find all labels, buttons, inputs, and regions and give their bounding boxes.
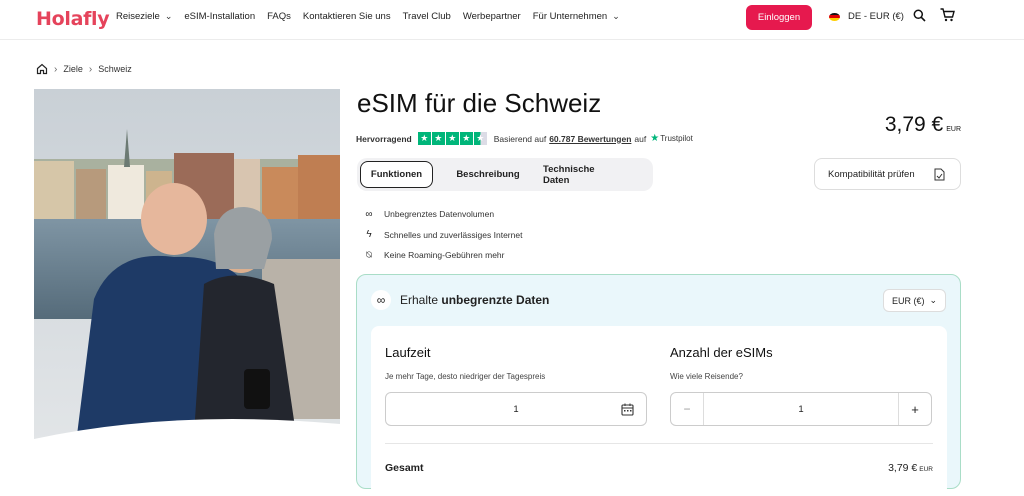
feature-text: Schnelles und zuverlässiges Internet xyxy=(384,229,523,240)
compatibility-button[interactable]: Kompatibilität prüfen xyxy=(814,158,961,190)
nav-item-unternehmen[interactable]: Für Unternehmen ⌄ xyxy=(533,11,620,22)
breadcrumb-ziele[interactable]: Ziele xyxy=(63,64,83,74)
feature-list: ∞ Unbegrenztes Datenvolumen ϟ Schnelles un… xyxy=(362,204,522,266)
tab-technische-daten[interactable]: Technische Daten xyxy=(543,161,623,188)
nav-label: Reiseziele xyxy=(116,11,160,22)
rating-row: Hervorragend ★ ★ ★ ★ ★ Basierend auf 60.… xyxy=(356,132,693,145)
total-currency: EUR xyxy=(919,466,933,473)
nav-label: eSIM-Installation xyxy=(184,11,256,22)
nav-label: Für Unternehmen xyxy=(532,11,608,22)
product-title: eSIM für die Schweiz xyxy=(357,88,602,118)
count-value[interactable]: 1 xyxy=(798,404,803,415)
price-value: 3,79 € xyxy=(884,113,944,136)
plan-panel: ∞ Erhalte unbegrenzte Daten EUR (€) ⌄ La… xyxy=(356,274,961,496)
divider xyxy=(385,443,933,444)
reviews-link[interactable]: 60.787 Bewertungen xyxy=(549,134,631,144)
chevron-down-icon: ⌄ xyxy=(612,11,620,21)
nav-label: FAQs xyxy=(267,11,291,22)
nav-item-werbepartner[interactable]: Werbepartner xyxy=(463,11,521,22)
plan-heading-prefix: Erhalte xyxy=(400,293,439,307)
currency-select[interactable]: EUR (€) ⌄ xyxy=(883,289,946,312)
feature-item: ⍉ Keine Roaming-Gebühren mehr xyxy=(362,245,522,266)
main-nav: Reiseziele ⌄ eSIM-Installation FAQs Konta… xyxy=(116,11,632,22)
count-subtitle: Wie viele Reisende? xyxy=(670,372,743,381)
star-icon: ★ xyxy=(445,132,459,145)
product-tabs: Funktionen Beschreibung Technische Daten xyxy=(357,158,653,191)
decrement-button[interactable]: − xyxy=(671,393,704,425)
duration-subtitle: Je mehr Tage, desto niedriger der Tagesp… xyxy=(385,372,546,381)
total-label: Gesamt xyxy=(385,462,424,474)
star-icon: ★ xyxy=(431,132,445,145)
login-button[interactable]: Einloggen xyxy=(746,5,812,30)
nav-label: Werbepartner xyxy=(462,11,521,22)
product-price: 3,79 € EUR xyxy=(885,113,961,137)
home-icon[interactable] xyxy=(36,63,48,75)
increment-button[interactable]: + xyxy=(898,393,931,425)
currency-select-value: EUR (€) xyxy=(891,295,925,306)
count-title: Anzahl der eSIMs xyxy=(670,345,773,360)
rating-label: Hervorragend xyxy=(356,133,412,144)
total-value: 3,79 € xyxy=(888,462,918,474)
top-header: Holafly Reiseziele ⌄ eSIM-Installation FA… xyxy=(0,0,1024,40)
cart-icon[interactable] xyxy=(940,8,955,22)
hero-photo xyxy=(34,89,340,459)
trustpilot-label: Trustpilot xyxy=(660,134,693,143)
tab-funktionen[interactable]: Funktionen xyxy=(360,161,433,188)
holafly-logo[interactable]: Holafly xyxy=(36,8,110,30)
star-icon: ★ xyxy=(459,132,473,145)
nav-item-reiseziele[interactable]: Reiseziele ⌄ xyxy=(116,11,172,22)
price-currency: EUR xyxy=(946,126,961,133)
tab-beschreibung[interactable]: Beschreibung xyxy=(433,161,543,188)
star-icon: ★ xyxy=(417,132,431,145)
reviews-prefix: Basierend auf xyxy=(493,133,547,144)
feature-text: Keine Roaming-Gebühren mehr xyxy=(384,250,505,261)
locale-selector[interactable]: DE - EUR (€) xyxy=(829,11,904,22)
half-star-icon: ★ xyxy=(473,132,487,145)
chevron-down-icon: ⌄ xyxy=(929,295,938,305)
chevron-right-icon: › xyxy=(54,63,58,75)
lightning-icon: ϟ xyxy=(366,229,372,241)
chevron-down-icon: ⌄ xyxy=(164,11,173,21)
feature-item: ϟ Schnelles und zuverlässiges Internet xyxy=(362,225,522,246)
esim-quantity-stepper: − 1 + xyxy=(670,392,932,426)
plan-heading: ∞ Erhalte unbegrenzte Daten xyxy=(371,290,549,310)
nav-item-kontakt[interactable]: Kontaktieren Sie uns xyxy=(303,11,391,22)
nav-item-esim-installation[interactable]: eSIM-Installation xyxy=(184,11,255,22)
duration-input[interactable]: 1 xyxy=(385,392,647,426)
nav-label: Kontaktieren Sie uns xyxy=(302,11,391,22)
infinity-icon: ∞ xyxy=(371,290,391,310)
compatibility-label: Kompatibilität prüfen xyxy=(828,168,915,180)
germany-flag-icon xyxy=(829,12,840,21)
feature-item: ∞ Unbegrenztes Datenvolumen xyxy=(362,204,522,225)
check-document-icon xyxy=(934,168,945,181)
locale-label: DE - EUR (€) xyxy=(848,11,904,22)
trustpilot-stars: ★ ★ ★ ★ ★ xyxy=(417,132,488,145)
search-icon[interactable] xyxy=(913,9,926,22)
nav-item-travel-club[interactable]: Travel Club xyxy=(403,11,451,22)
plan-heading-bold: unbegrenzte Daten xyxy=(441,293,550,307)
nav-label: Travel Club xyxy=(402,11,451,22)
duration-value: 1 xyxy=(513,403,519,415)
chevron-right-icon: › xyxy=(88,63,93,75)
duration-title: Laufzeit xyxy=(385,345,431,360)
feature-text: Unbegrenztes Datenvolumen xyxy=(384,209,495,220)
total-price: 3,79 € EUR xyxy=(888,462,933,474)
infinity-icon: ∞ xyxy=(365,208,373,220)
no-roaming-icon: ⍉ xyxy=(366,249,372,261)
calendar-icon[interactable] xyxy=(621,403,634,416)
trustpilot-star-icon: ★ xyxy=(650,133,660,144)
breadcrumb-schweiz: Schweiz xyxy=(98,64,132,74)
breadcrumb: › Ziele › Schweiz xyxy=(36,63,132,75)
reviews-suffix: auf xyxy=(634,133,647,144)
nav-item-faqs[interactable]: FAQs xyxy=(267,11,291,22)
plan-card: Laufzeit Je mehr Tage, desto niedriger d… xyxy=(371,326,947,496)
